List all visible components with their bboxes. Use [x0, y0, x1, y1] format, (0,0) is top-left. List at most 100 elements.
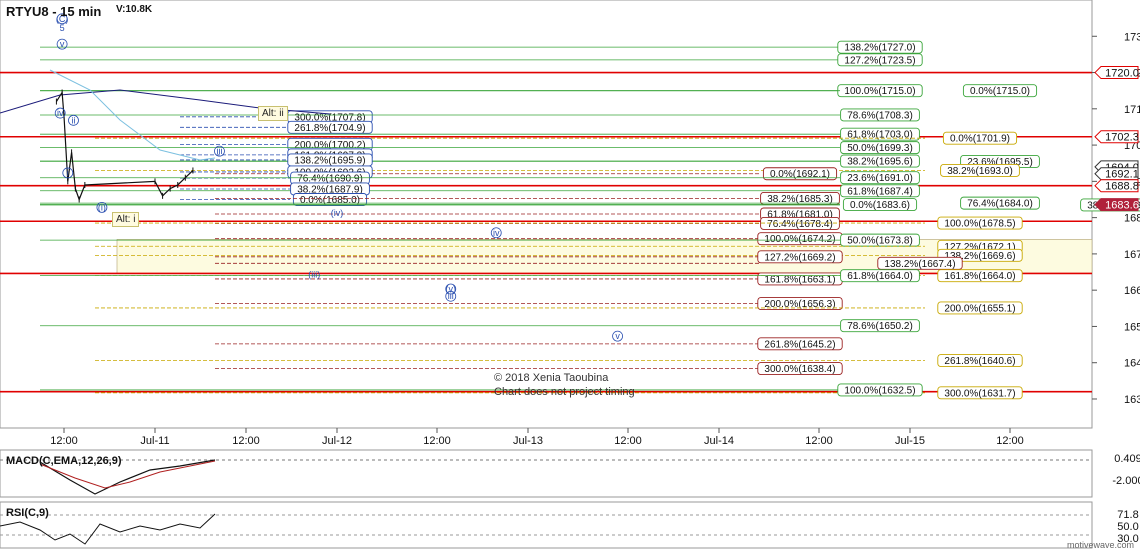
fib-level-label: 261.8%(1704.9) [287, 120, 373, 134]
fib-level-text: 127.2%(1723.5) [844, 55, 915, 66]
macd-tick-label: 0.409 [1114, 453, 1140, 465]
fib-level-label: 0.0%(1685.0) [292, 193, 368, 206]
copyright-note: © 2018 Xenia Taoubina Chart does not pro… [494, 371, 635, 399]
alt-ii-label: Alt: ii [258, 106, 288, 121]
x-tick-label: 12:00 [423, 435, 451, 447]
x-tick-label: 12:00 [232, 435, 260, 447]
x-tick-label: Jul-15 [895, 435, 925, 447]
rsi-tick-label: 50.0 [1117, 521, 1138, 533]
fib-level-label: 138.2%(1727.0) [837, 40, 923, 54]
wave-text: i [67, 168, 69, 178]
fib-level-label: 78.6%(1708.3) [840, 108, 920, 121]
x-tick-label: 12:00 [805, 435, 833, 447]
fib-level-text: 138.2%(1695.9) [294, 155, 365, 166]
fib-level-text: 38.2%(1693.0) [947, 166, 1013, 177]
fib-level-text: 76.4%(1678.4) [767, 219, 833, 230]
symbol-title: RTYU8 - 15 min [6, 4, 102, 19]
wave-text: v [60, 39, 65, 49]
fib-level-text: 0.0%(1683.6) [850, 200, 910, 211]
fib-level-label: 0.0%(1701.9) [942, 131, 1018, 145]
fib-level-label: 127.2%(1669.2) [757, 250, 843, 263]
fib-level-label: 50.0%(1673.8) [840, 233, 920, 247]
fib-level-label: 100.0%(1632.5) [837, 383, 923, 396]
y-tick-label: 1640.0 [1124, 358, 1140, 370]
fib-level-text: 100.0%(1674.2) [764, 234, 835, 245]
fib-level-text: 0.0%(1715.0) [970, 86, 1030, 97]
fib-level-text: 100.0%(1715.0) [844, 86, 915, 97]
price-marker: 1683.6 [1094, 198, 1139, 212]
fib-level-label: 23.6%(1691.0) [840, 171, 920, 184]
price-marker: 1720.0 [1094, 66, 1139, 80]
fib-level-text: 300.0%(1638.4) [764, 364, 835, 375]
rsi-tick-label: 71.8 [1117, 509, 1138, 521]
x-tick-label: Jul-11 [140, 435, 169, 447]
fib-level-label: 76.4%(1678.4) [760, 216, 840, 230]
x-tick-label: Jul-12 [322, 435, 352, 447]
y-tick-label: 1730.0 [1124, 31, 1140, 43]
fib-level-text: 300.0%(1631.7) [944, 388, 1015, 399]
rsi-title: RSI(C,9) [6, 507, 49, 519]
wave-text: iii [448, 291, 454, 301]
fib-level-label: 78.6%(1650.2) [840, 319, 920, 332]
fib-level-text: 23.6%(1691.0) [847, 173, 913, 184]
fib-level-label: 261.8%(1645.2) [757, 337, 843, 350]
x-tick-label: 12:00 [996, 435, 1024, 447]
fib-level-label: 50.0%(1699.3) [840, 141, 920, 154]
y-tick-label: 1660.0 [1124, 285, 1140, 297]
price-marker-label: 1692.1 [1105, 169, 1139, 181]
fib-level-text: 0.0%(1692.1) [770, 169, 830, 180]
wave-text: iii [216, 146, 222, 156]
fib-level-text: 50.0%(1699.3) [847, 143, 913, 154]
y-tick-label: 1670.0 [1124, 249, 1140, 261]
macd-title: MACD(C,EMA,12,26,9) [6, 455, 122, 467]
fib-level-text: 100.0%(1632.5) [844, 385, 915, 396]
fib-level-label: 0.0%(1692.1) [762, 167, 838, 180]
fib-level-text: 261.8%(1645.2) [764, 339, 835, 350]
macd-tick-label: -2.000 [1112, 475, 1140, 487]
price-marker-label: 1683.6 [1105, 200, 1139, 212]
fib-level-text: 61.8%(1703.0) [847, 130, 913, 141]
fib-level-text: 127.2%(1669.2) [764, 252, 835, 263]
fib-level-label: 38.2%(1695.6) [840, 154, 920, 168]
fib-level-text: 161.8%(1664.0) [944, 271, 1015, 282]
wave-text: (iii) [308, 269, 320, 279]
price-marker: 1702.3 [1094, 130, 1139, 144]
fib-level-text: 61.8%(1687.4) [847, 186, 913, 197]
wave-label: (i) [96, 201, 108, 213]
x-tick-label: 12:00 [614, 435, 642, 447]
fib-level-label: 127.2%(1723.5) [837, 53, 923, 66]
fib-level-label: 0.0%(1683.6) [842, 198, 918, 211]
fib-level-label: 261.8%(1640.6) [937, 354, 1023, 367]
fib-level-text: 100.0%(1678.5) [944, 219, 1015, 230]
x-tick-label: 12:00 [50, 435, 78, 447]
price-marker-label: 1702.3 [1105, 132, 1139, 144]
fib-level-label: 0.0%(1715.0) [962, 84, 1038, 97]
fib-level-text: 261.8%(1704.9) [294, 123, 365, 134]
fib-level-text: 261.8%(1640.6) [944, 356, 1015, 367]
macd-panel [0, 449, 1093, 498]
wave-text: v [615, 331, 620, 341]
watermark: motivewave.com [1066, 540, 1134, 550]
wave-text: iv [57, 108, 64, 118]
y-tick-label: 1680.0 [1124, 213, 1140, 225]
wave-label: (iv) [331, 208, 344, 218]
wave-label: (iii) [308, 269, 320, 279]
fib-level-label: 138.2%(1695.9) [287, 153, 373, 166]
x-tick-label: Jul-13 [513, 435, 543, 447]
x-tick-label: Jul-14 [704, 435, 734, 447]
wave-label: 5 [60, 23, 65, 33]
volume-label: V:10.8K [116, 4, 153, 15]
fib-level-label: 200.0%(1655.1) [937, 301, 1023, 314]
fib-level-text: 38.2%(1695.6) [847, 157, 913, 168]
wave-text: (i) [98, 202, 106, 212]
price-marker: 1692.1 [1094, 167, 1139, 181]
fib-level-label: 300.0%(1638.4) [757, 362, 843, 375]
price-marker-label: 1688.8 [1105, 181, 1139, 193]
fib-level-label: 161.8%(1663.1) [757, 272, 843, 285]
rsi-panel [0, 501, 1093, 549]
fib-level-label: 61.8%(1664.0) [840, 269, 920, 282]
fib-level-text: 161.8%(1663.1) [764, 274, 835, 285]
fib-level-label: 100.0%(1715.0) [837, 84, 923, 97]
fib-level-label: 138.2%(1667.4) [877, 256, 963, 270]
fib-level-text: 76.4%(1684.0) [967, 199, 1033, 210]
